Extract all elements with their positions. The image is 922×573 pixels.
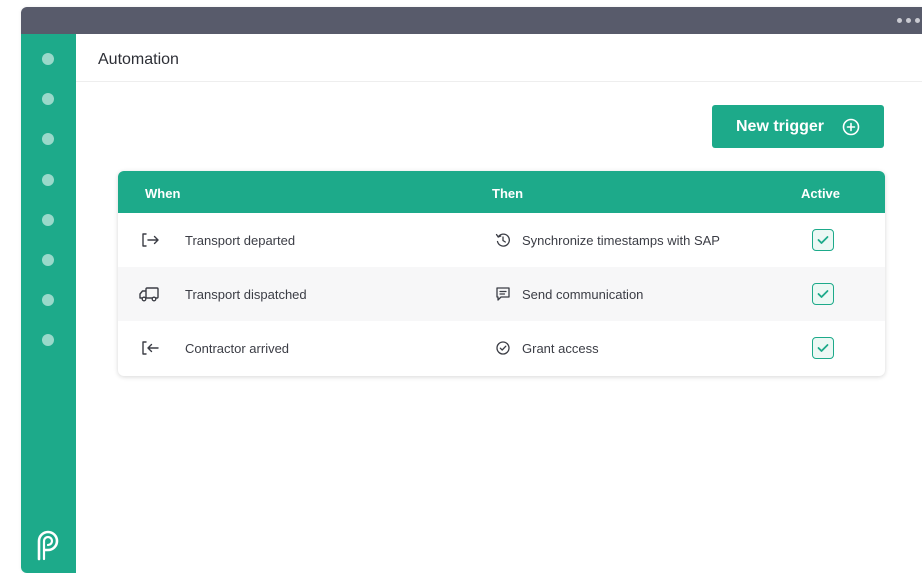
app-window: Automation New trigger When Then Active … [21, 7, 922, 573]
trigger-when-label: Transport departed [185, 233, 296, 248]
table-row[interactable]: Transport departed Synchronize timestamp… [118, 213, 885, 267]
checkmark-icon [817, 290, 829, 298]
message-icon [496, 287, 510, 301]
plus-circle-icon [842, 118, 860, 135]
sidebar-item[interactable] [42, 254, 54, 266]
truck-icon [139, 287, 159, 302]
checkmark-icon [817, 236, 829, 244]
sidebar [21, 34, 76, 573]
checkmark-icon [817, 344, 829, 352]
sidebar-item[interactable] [42, 334, 54, 346]
enter-arrow-icon [142, 341, 159, 355]
brand-logo-icon[interactable] [34, 529, 62, 561]
active-checkbox[interactable] [812, 229, 834, 251]
column-header-active: Active [801, 186, 841, 201]
sidebar-item[interactable] [42, 214, 54, 226]
exit-arrow-icon [142, 233, 159, 247]
page-header: Automation [76, 34, 922, 82]
column-header-then: Then [492, 186, 524, 201]
trigger-when-label: Contractor arrived [185, 341, 290, 356]
history-icon [495, 233, 510, 247]
column-header-when: When [145, 186, 181, 201]
table-header: When Then Active [118, 171, 885, 213]
automation-table: When Then Active Transport departed Sync… [118, 171, 885, 376]
new-trigger-button[interactable]: New trigger [712, 105, 884, 148]
new-trigger-label: New trigger [735, 117, 824, 135]
sidebar-item[interactable] [42, 133, 54, 145]
active-checkbox[interactable] [812, 283, 834, 305]
sidebar-item[interactable] [42, 294, 54, 306]
active-checkbox[interactable] [812, 337, 834, 359]
check-circle-icon [496, 341, 510, 355]
sidebar-item[interactable] [42, 174, 54, 186]
trigger-when-label: Transport dispatched [185, 287, 307, 302]
trigger-then-label: Grant access [522, 341, 599, 356]
trigger-then-label: Send communication [522, 287, 644, 302]
window-menu-icon[interactable] [897, 18, 920, 23]
sidebar-item[interactable] [42, 93, 54, 105]
table-row[interactable]: Transport dispatched Send communication [118, 267, 885, 321]
title-bar [21, 7, 922, 34]
trigger-then-label: Synchronize timestamps with SAP [522, 233, 720, 248]
page-title: Automation [98, 51, 179, 68]
sidebar-item[interactable] [42, 53, 54, 65]
table-row[interactable]: Contractor arrived Grant access [118, 321, 885, 375]
